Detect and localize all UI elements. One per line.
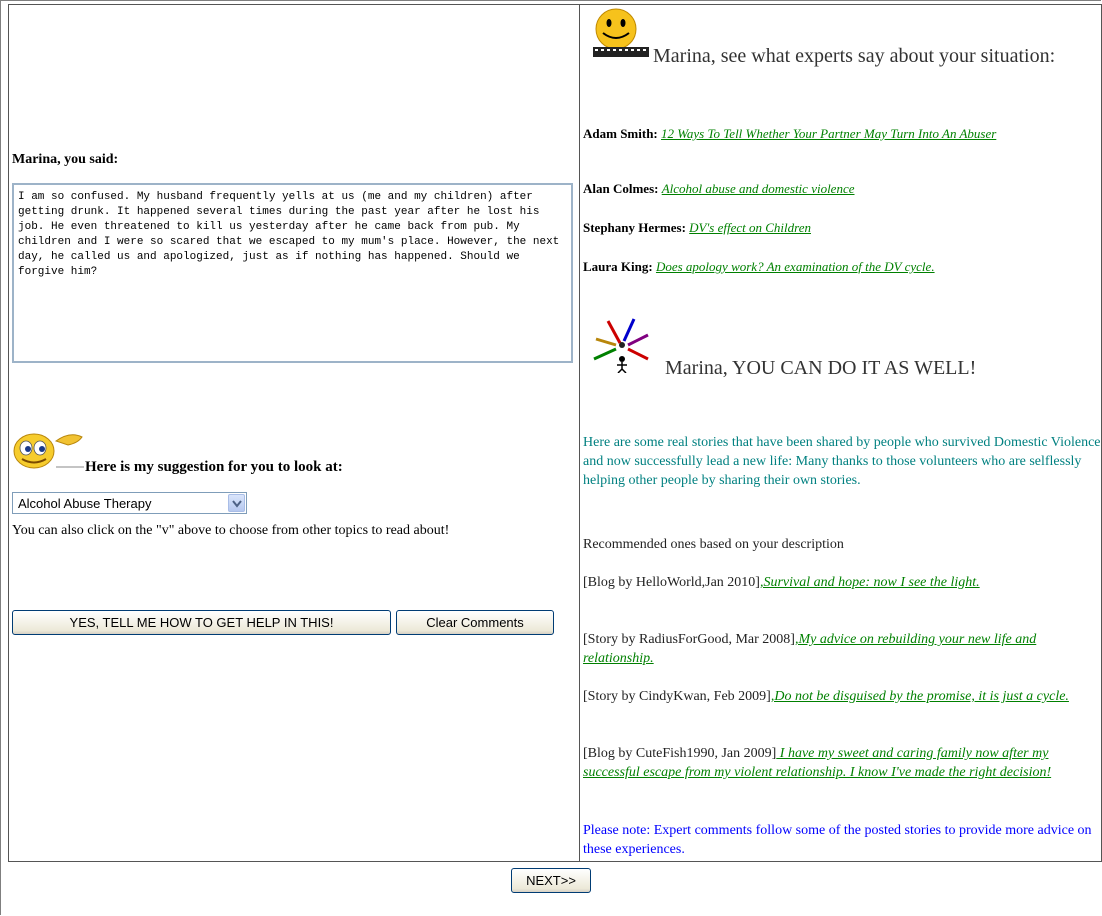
- suggestion-label: Here is my suggestion for you to look at…: [85, 459, 343, 475]
- clear-comments-button[interactable]: Clear Comments: [396, 610, 554, 635]
- expert-entry: Stephany Hermes: DV's effect on Children: [583, 219, 1095, 236]
- chevron-down-icon[interactable]: [228, 494, 245, 512]
- stories-intro: Here are some real stories that have bee…: [583, 435, 1101, 488]
- topic-select-value: Alcohol Abuse Therapy: [18, 496, 152, 511]
- left-panel: Marina, you said: I am so confused. My h…: [9, 5, 580, 861]
- story-entry: [Blog by CuteFish1990, Jan 2009] I have …: [583, 744, 1102, 782]
- story-source: [Story by RadiusForGood, Mar 2008]: [583, 632, 795, 647]
- story-source: [Blog by CuteFish1990, Jan 2009]: [583, 746, 777, 761]
- choose-topic-hint: You can also click on the "v" above to c…: [12, 523, 450, 538]
- can-do-heading-text: Marina, YOU CAN DO IT AS WELL!: [665, 357, 977, 379]
- expert-entry: Adam Smith: 12 Ways To Tell Whether Your…: [583, 125, 1095, 142]
- suggestion-row: Here is my suggestion for you to look at…: [9, 429, 580, 475]
- expert-name: Adam Smith:: [583, 126, 658, 141]
- comment-textarea[interactable]: I am so confused. My husband frequently …: [12, 183, 573, 363]
- winking-smiley-icon: [13, 433, 84, 469]
- story-link[interactable]: ,Do not be disguised by the promise, it …: [771, 689, 1069, 704]
- recommended-label: Recommended ones based on your descripti…: [583, 537, 844, 552]
- you-said-label: Marina, you said:: [12, 152, 119, 167]
- expert-link[interactable]: Does apology work? An examination of the…: [656, 259, 935, 274]
- next-button[interactable]: NEXT>>: [511, 868, 591, 893]
- story-link[interactable]: ,Survival and hope: now I see the light.: [760, 575, 980, 590]
- story-entry: [Blog by HelloWorld,Jan 2010],Survival a…: [583, 573, 1102, 592]
- expert-entry: Laura King: Does apology work? An examin…: [583, 258, 1095, 275]
- expert-entry: Alan Colmes: Alcohol abuse and domestic …: [583, 180, 1095, 197]
- expert-name: Laura King:: [583, 259, 653, 274]
- right-panel: Marina, see what experts say about your …: [580, 5, 1101, 861]
- topic-select[interactable]: Alcohol Abuse Therapy: [12, 492, 247, 514]
- get-help-button[interactable]: YES, TELL ME HOW TO GET HELP IN THIS!: [12, 610, 391, 635]
- can-do-heading: Marina, YOU CAN DO IT AS WELL!: [583, 355, 1095, 381]
- story-entry: [Story by RadiusForGood, Mar 2008],My ad…: [583, 630, 1102, 668]
- expert-link[interactable]: 12 Ways To Tell Whether Your Partner May…: [661, 126, 996, 141]
- main-table: Marina, you said: I am so confused. My h…: [8, 4, 1102, 862]
- experts-heading: Marina, see what experts say about your …: [583, 43, 1095, 69]
- expert-name: Alan Colmes:: [583, 181, 659, 196]
- expert-name: Stephany Hermes:: [583, 220, 686, 235]
- story-entry: [Story by CindyKwan, Feb 2009],Do not be…: [583, 687, 1102, 706]
- expert-link[interactable]: DV's effect on Children: [689, 220, 811, 235]
- expert-comments-note: Please note: Expert comments follow some…: [583, 823, 1092, 857]
- expert-link[interactable]: Alcohol abuse and domestic violence: [662, 181, 855, 196]
- experts-heading-text: Marina, see what experts say about your …: [653, 45, 1056, 67]
- story-source: [Story by CindyKwan, Feb 2009]: [583, 689, 771, 704]
- story-source: [Blog by HelloWorld,Jan 2010]: [583, 575, 760, 590]
